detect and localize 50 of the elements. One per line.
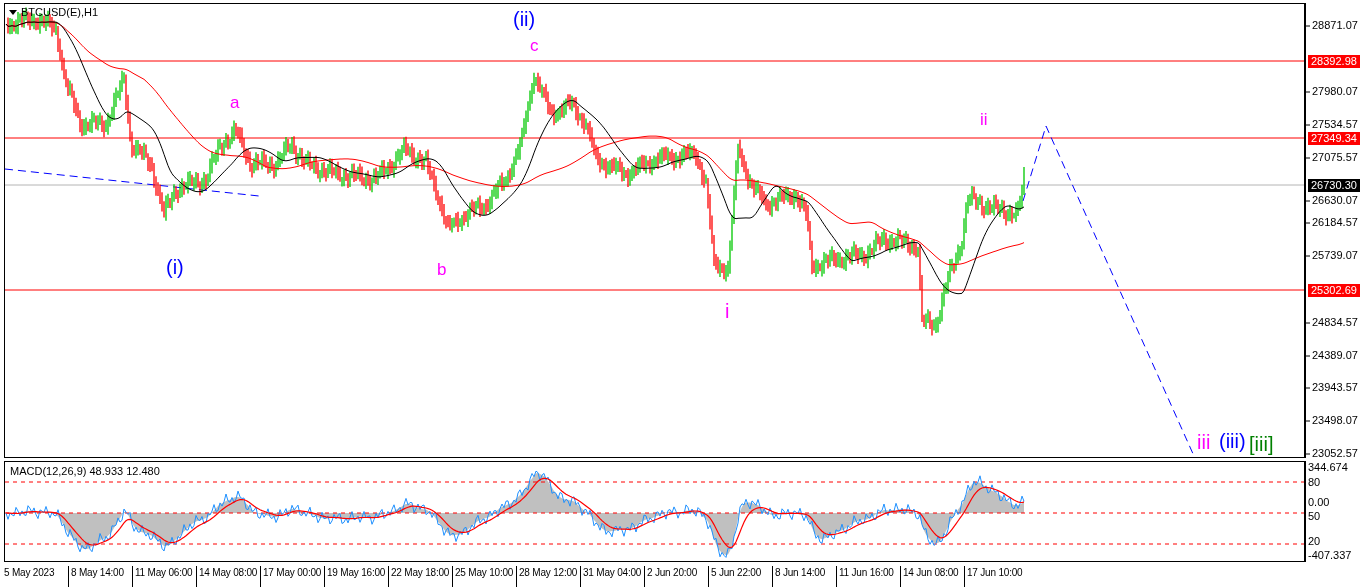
time-axis-label: 19 May 16:00 xyxy=(324,566,388,587)
time-axis-label: 11 May 06:00 xyxy=(132,566,196,587)
time-axis-label: 2 Jun 20:00 xyxy=(644,566,708,587)
price-tick-label: 27980.07 xyxy=(1312,85,1358,98)
time-axis-label: 25 May 10:00 xyxy=(452,566,516,587)
indicator-axis-label: 0.00 xyxy=(1308,496,1330,509)
wave-label: (i) xyxy=(166,256,184,278)
wave-label: iii xyxy=(1197,431,1211,453)
time-axis-label: 11 Jun 16:00 xyxy=(836,566,900,587)
time-axis-label: 5 Jun 22:00 xyxy=(708,566,772,587)
price-tick-label: 23498.07 xyxy=(1312,414,1358,427)
wave-label: ii xyxy=(980,110,988,129)
price-tick-label: 24834.57 xyxy=(1312,316,1358,329)
price-tick-label: 24389.07 xyxy=(1312,349,1358,362)
wave-label: [iii] xyxy=(1249,433,1274,455)
indicator-axis-label: 80 xyxy=(1308,476,1321,489)
price-level-label: 27349.34 xyxy=(1308,132,1360,145)
wave-label: (iii) xyxy=(1219,430,1246,452)
time-axis-label: 14 May 08:00 xyxy=(196,566,260,587)
price-tick-label: 23052.57 xyxy=(1312,447,1358,460)
indicator-axis-label: 344.674 xyxy=(1308,461,1348,474)
price-tick-label: 26184.57 xyxy=(1312,216,1358,229)
time-axis-label: 28 May 12:00 xyxy=(516,566,580,587)
price-tick-label: 28871.07 xyxy=(1312,19,1358,32)
wave-label: a xyxy=(230,93,240,112)
price-level-label: 26730.30 xyxy=(1308,179,1360,192)
price-tick-label: 25739.07 xyxy=(1312,249,1358,262)
time-axis-label: 14 Jun 08:00 xyxy=(900,566,964,587)
indicator-title: MACD(12,26,9) 48.933 12.480 xyxy=(10,465,160,477)
indicator-axis-label: 20 xyxy=(1308,535,1321,548)
wave-label: i xyxy=(725,300,730,322)
wave-label: b xyxy=(437,260,447,279)
time-axis-label: 31 May 04:00 xyxy=(580,566,644,587)
time-axis-label: 5 May 2023 xyxy=(4,566,56,580)
time-axis-label: 8 Jun 14:00 xyxy=(772,566,836,587)
time-axis-label: 17 May 00:00 xyxy=(260,566,324,587)
indicator-axis-label: 50 xyxy=(1308,510,1321,523)
price-level-label: 25302.69 xyxy=(1308,284,1360,297)
time-axis-label: 22 May 18:00 xyxy=(388,566,452,587)
price-level-label: 28392.98 xyxy=(1308,55,1360,68)
price-tick-label: 26630.07 xyxy=(1312,194,1358,207)
indicator-axis-label: -407.337 xyxy=(1308,549,1352,562)
price-tick-label: 27075.57 xyxy=(1312,151,1358,164)
time-axis-label: 17 Jun 10:00 xyxy=(964,566,1028,587)
price-tick-label: 27534.57 xyxy=(1312,118,1358,131)
wave-label: c xyxy=(530,36,539,55)
time-axis-label: 8 May 14:00 xyxy=(68,566,132,587)
price-tick-label: 23943.57 xyxy=(1312,381,1358,394)
dropdown-triangle-icon[interactable] xyxy=(9,10,17,15)
wave-label: (ii) xyxy=(513,8,536,30)
